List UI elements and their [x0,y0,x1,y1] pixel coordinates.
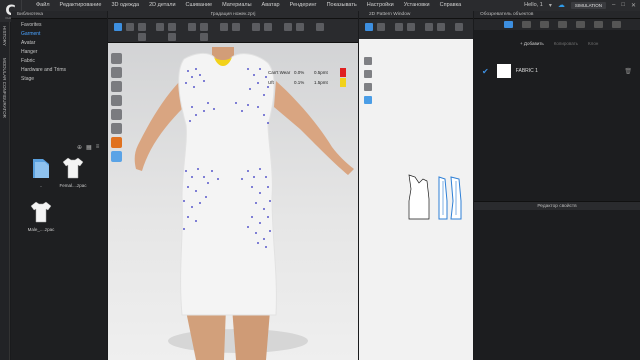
object-actions: + Добавить Копировать Клон [474,41,640,46]
3d-view[interactable]: Градация ножек.zprj Can't Wear 0.0% 0.5p… [108,11,358,360]
strain-legend: Can't Wear 0.0% 0.5pmt Uft 0.1% 1.5pmt [268,67,354,87]
simulation-badge[interactable]: SIMULATION [570,1,606,9]
tree-item-favorites[interactable]: Favorites [21,21,107,30]
menu-3d-garment[interactable]: 3D одежда [106,1,144,10]
tab-graphic[interactable] [576,21,585,28]
menu-display[interactable]: Показывать [322,1,362,10]
avatar-render [134,47,354,360]
strain-red-swatch [340,67,346,77]
menu-right: Hello, 1 ▾ ☁ SIMULATION – □ ✕ [524,1,636,9]
file-label: .. [39,183,43,188]
strain-yellow-swatch [340,77,346,87]
menu-preferences[interactable]: Установки [399,1,435,10]
tab-trim[interactable] [594,21,603,28]
add-label: Добавить [523,41,544,46]
user-greeting[interactable]: Hello, 1 [524,2,543,8]
tab-button[interactable] [522,21,531,28]
tree-item-hardware[interactable]: Hardware and Trims [21,66,107,75]
copy-button[interactable]: Копировать [554,41,578,46]
cloud-icon[interactable]: ☁ [558,1,565,9]
file-item-male[interactable]: Male_....zpac [27,199,55,232]
close-icon[interactable]: ✕ [631,2,636,9]
object-browser: Обозреватель объектов + Добавить Копиров… [474,11,640,360]
clone-button[interactable]: Клон [588,41,598,46]
file-label: Male_....zpac [27,227,55,232]
file-item-female[interactable]: Femal....zpac [59,155,87,188]
library-tools: ⊕ ▦ ≡ [77,144,99,151]
tab-topstitch[interactable] [558,21,567,28]
library-tree: Favorites Garment Avatar Hanger Fabric H… [11,19,107,84]
strain-label: Can't Wear [268,69,291,75]
tshirt-icon [30,199,52,225]
object-browser-tabs [474,19,640,30]
menu-help[interactable]: Справка [435,1,467,10]
tree-item-hanger[interactable]: Hanger [21,48,107,57]
menu-render[interactable]: Рендеринг [285,1,322,10]
main-menu: Файл Редактирование 3D одежда 2D детали … [31,1,466,10]
menu-materials[interactable]: Материалы [217,1,256,10]
fabric-name: FABRIC 1 [515,68,538,74]
maximize-icon[interactable]: □ [621,2,625,8]
tab-fabric[interactable] [504,21,513,28]
modular-configurator-tab[interactable]: MODULAR CONFIGURATOR [2,58,7,118]
tree-item-stage[interactable]: Stage [21,75,107,84]
folder-add-icon[interactable]: ⊕ [77,144,82,151]
menu-settings[interactable]: Настройки [362,1,399,10]
tree-item-garment[interactable]: Garment [21,30,107,39]
menu-edit[interactable]: Редактирование [55,1,107,10]
tshirt-icon [62,155,84,181]
library-title: Библиотека [11,11,107,19]
strain-val: 0.5pmt [314,69,328,75]
folder-icon [30,155,52,181]
strain-label: Uft [268,79,274,85]
strain-pct: 0.0% [294,69,305,75]
tab-buttonhole[interactable] [540,21,549,28]
menu-2d-pattern[interactable]: 2D детали [144,1,180,10]
fabric-swatch [496,64,511,78]
history-tab[interactable]: HISTORY [2,26,7,46]
left-rail: HISTORY MODULAR CONFIGURATOR [0,22,10,360]
fabric-item[interactable]: ✔ FABRIC 1 🗑 [482,62,632,80]
user-dropdown-icon[interactable]: ▾ [549,2,552,9]
check-icon: ✔ [482,66,489,76]
property-editor-title: Редактор свойств [474,201,640,210]
strain-pct: 0.1% [294,79,305,85]
add-button[interactable]: + Добавить [520,41,544,46]
tree-item-avatar[interactable]: Avatar [21,39,107,48]
strain-row: Can't Wear 0.0% 0.5pmt [268,67,354,77]
menu-bar: Файл Редактирование 3D одежда 2D детали … [0,0,640,11]
file-item-up[interactable]: .. [27,155,55,188]
tab-zipper[interactable] [612,21,621,28]
strain-row: Uft 0.1% 1.5pmt [268,77,354,87]
menu-sewing[interactable]: Сшивание [181,1,218,10]
strain-val: 1.5pmt [314,79,328,85]
menu-avatar[interactable]: Аватар [257,1,285,10]
library-panel: Библиотека Favorites Garment Avatar Hang… [11,11,107,360]
trash-icon[interactable]: 🗑 [624,68,632,75]
pattern-pieces [408,174,462,220]
grid-view-icon[interactable]: ▦ [86,144,92,151]
minimize-icon[interactable]: – [612,2,615,8]
2d-pattern-window[interactable]: 2D Pattern Window [359,11,473,360]
simulation-label: SIMULATION [574,2,602,8]
object-browser-title: Обозреватель объектов [474,11,640,19]
menu-file[interactable]: Файл [31,1,55,10]
file-label: Femal....zpac [59,183,87,188]
tree-item-fabric[interactable]: Fabric [21,57,107,66]
list-view-icon[interactable]: ≡ [96,144,100,151]
